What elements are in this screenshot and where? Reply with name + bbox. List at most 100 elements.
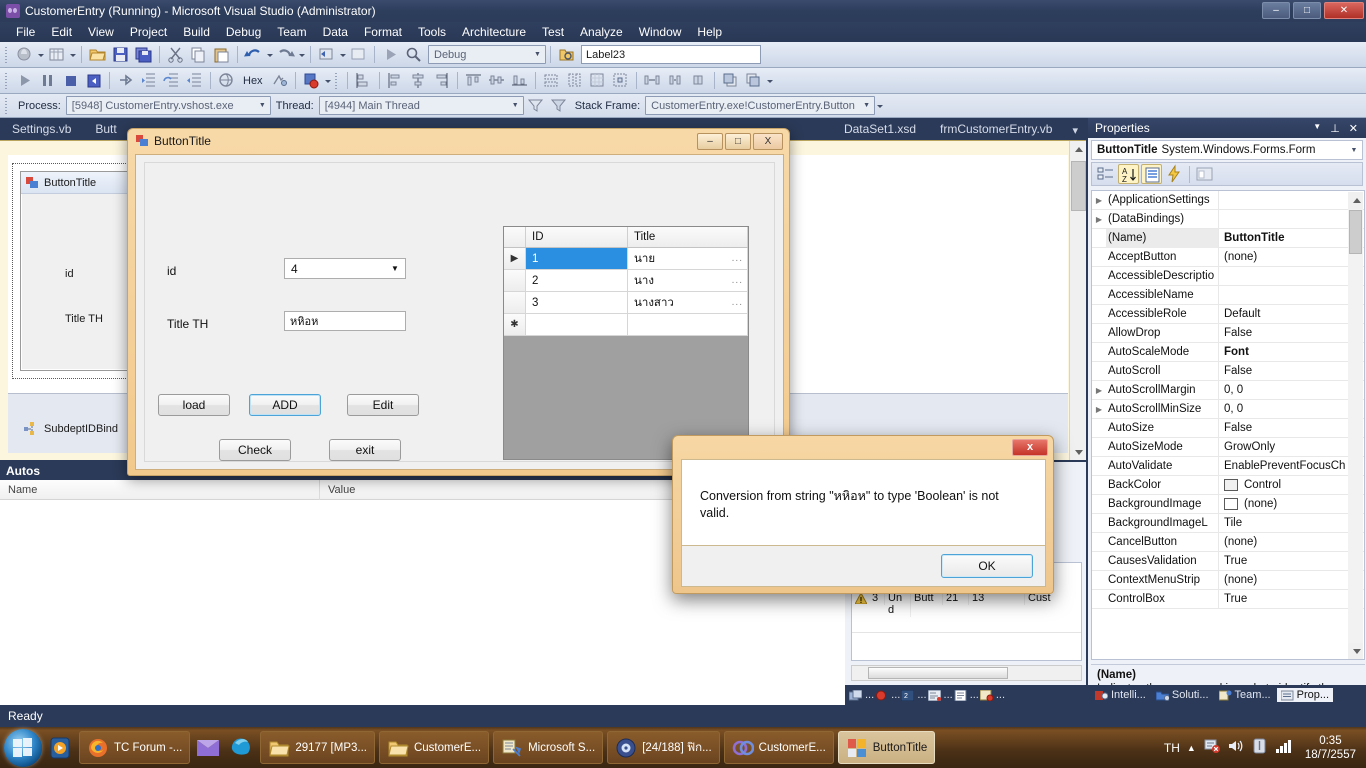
check-button[interactable]: Check [219,439,291,461]
designer-label-title-th[interactable]: Title TH [65,313,103,325]
restart-icon[interactable] [83,70,104,91]
find-combo[interactable]: Label23 [581,45,761,64]
filter-to-current-thread-icon[interactable] [548,95,569,116]
error-list-horizontal-scrollbar[interactable] [851,665,1082,681]
close-button[interactable]: ✕ [1324,2,1364,19]
align-left-edges-icon[interactable] [385,70,406,91]
hexadecimal-display-button[interactable]: Hex [238,75,268,87]
toolbar-grip[interactable] [4,98,10,114]
property-pages-icon[interactable] [1194,164,1215,184]
chevron-down-icon[interactable]: ▼ [1313,122,1321,135]
tab-error-list-window[interactable]: ... [980,689,1005,701]
tab-settings-vb[interactable]: Settings.vb [0,119,83,140]
grid-cell-id[interactable]: 3 [526,292,628,313]
tab-dataset1-xsd[interactable]: DataSet1.xsd [832,119,928,140]
media-player-icon[interactable] [45,731,75,765]
minimize-button[interactable]: – [1262,2,1290,19]
send-to-back-icon[interactable] [743,70,764,91]
size-to-grid-icon[interactable] [587,70,608,91]
designer-label-id[interactable]: id [65,268,74,280]
property-row[interactable]: AcceptButton(none) [1092,248,1364,267]
thread-combo[interactable]: [4944] Main Thread ▼ [319,96,524,115]
scroll-thumb[interactable] [868,667,1008,679]
current-row-marker-icon[interactable]: ▶ [504,248,526,269]
expand-chevron-icon[interactable]: ▶ [1092,405,1106,414]
property-row[interactable]: AccessibleRoleDefault [1092,305,1364,324]
property-row[interactable]: ContextMenuStrip(none) [1092,571,1364,590]
add-item-dropdown-icon[interactable] [68,44,77,65]
taskbar-item-buttontitle[interactable]: ButtonTitle [838,731,936,764]
menu-item-window[interactable]: Window [631,24,690,40]
process-combo[interactable]: [5948] CustomerEntry.vshost.exe ▼ [66,96,271,115]
language-indicator[interactable]: TH [1164,741,1180,755]
close-button[interactable]: X [753,133,783,150]
tab-overflow-icon[interactable]: ▾ [1064,124,1086,140]
property-value[interactable]: False [1219,422,1364,434]
table-row[interactable]: 3 Un d Butt 21 13 Cust [852,591,1081,633]
stack-frame-combo[interactable]: CustomerEntry.exe!CustomerEntry.Button ▼ [645,96,875,115]
grid-cell-id[interactable] [526,314,628,335]
events-icon[interactable] [1164,164,1185,184]
scroll-thumb[interactable] [1349,210,1362,254]
messenger-icon[interactable] [193,731,223,765]
minimize-button[interactable]: – [697,133,723,150]
id-combobox[interactable]: 4 ▼ [284,258,406,279]
grid-cell-title[interactable]: นาย... [628,248,748,269]
align-centers-icon[interactable] [408,70,429,91]
break-all-icon[interactable] [37,70,58,91]
tab-intellitrace[interactable]: Intelli... [1091,688,1150,702]
properties-icon[interactable] [1141,164,1162,184]
toolbar-grip[interactable] [4,73,10,89]
find-icon[interactable] [403,44,424,65]
grid-cell-title[interactable]: นาง... [628,270,748,291]
property-row[interactable]: AutoScrollFalse [1092,362,1364,381]
new-project-dropdown-icon[interactable] [36,44,45,65]
scroll-down-icon[interactable] [1070,444,1087,461]
toolbar-overflow-handle[interactable] [334,73,340,89]
menu-item-project[interactable]: Project [122,24,175,40]
property-value[interactable]: Font [1219,346,1364,358]
internet-explorer-icon[interactable] [226,731,256,765]
flash-icon[interactable] [1251,738,1268,757]
taskbar-item-customer-entry-vs[interactable]: CustomerE... [724,731,834,764]
align-lefts-icon[interactable] [353,70,374,91]
properties-grid[interactable]: ▶(ApplicationSettings▶(DataBindings)(Nam… [1091,190,1365,660]
property-row[interactable]: BackColorControl [1092,476,1364,495]
chevron-down-icon[interactable]: ▼ [387,264,403,273]
scroll-down-icon[interactable] [1348,643,1363,660]
property-value[interactable]: False [1219,365,1364,377]
autos-column-name[interactable]: Name [0,480,320,500]
menu-item-view[interactable]: View [80,24,122,40]
menu-item-data[interactable]: Data [315,24,356,40]
toolbar-overflow-icon[interactable] [875,95,884,116]
error-dialog[interactable]: x Conversion from string "หหิอห" to type… [672,435,1054,594]
properties-grid-scrollbar[interactable] [1348,192,1363,660]
network-icon[interactable] [1275,738,1292,757]
menu-item-tools[interactable]: Tools [410,24,454,40]
volume-icon[interactable] [1227,738,1244,757]
row-header[interactable] [504,292,526,313]
property-value[interactable]: True [1219,555,1364,567]
running-form-window[interactable]: ButtonTitle – □ X id 4 ▼ Title TH หหิอห … [127,128,790,476]
breakpoint-dropdown-icon[interactable] [323,70,332,91]
expand-chevron-icon[interactable]: ▶ [1092,196,1106,205]
title-th-textbox[interactable]: หหิอห [284,311,406,331]
maximize-button[interactable]: □ [1293,2,1321,19]
navigate-backward-icon[interactable] [316,44,337,65]
toolbar-grip[interactable] [4,47,10,63]
taskbar-item-customer-entry-folder[interactable]: CustomerE... [379,731,489,764]
breakpoint-icon[interactable] [301,70,322,91]
tab-breakpoints-window[interactable]: ... [875,689,900,701]
decrease-horizontal-spacing-icon[interactable] [665,70,686,91]
property-row[interactable]: ▶AutoScrollMinSize0, 0 [1092,400,1364,419]
property-value[interactable]: 0, 0 [1219,384,1364,396]
grid-cell-id[interactable]: 1 [526,248,628,269]
align-tops-icon[interactable] [463,70,484,91]
copy-icon[interactable] [188,44,209,65]
maximize-button[interactable]: □ [725,133,751,150]
align-bottoms-icon[interactable] [509,70,530,91]
action-center-icon[interactable] [1203,738,1220,757]
step-into-icon[interactable] [138,70,159,91]
scroll-up-icon[interactable] [1348,192,1363,209]
property-row[interactable]: AccessibleName [1092,286,1364,305]
